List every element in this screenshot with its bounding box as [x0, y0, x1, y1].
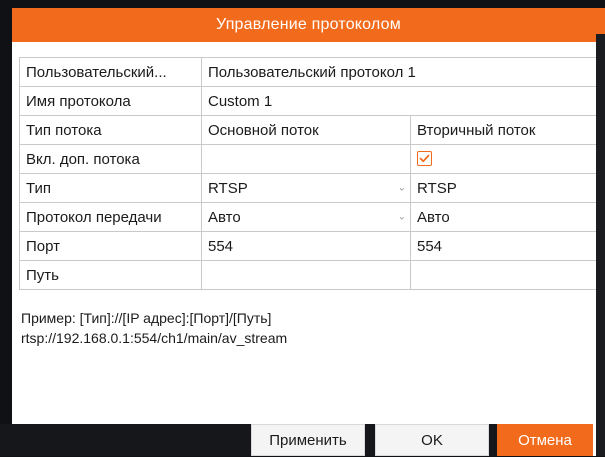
stream-type-label: Тип потока	[19, 115, 202, 145]
table-row: Тип RTSP ⌄ RTSP	[19, 173, 604, 203]
main-transport-select[interactable]: Авто ⌄	[201, 202, 411, 232]
custom-protocol-label: Пользовательский...	[19, 57, 202, 87]
table-row: Порт 554 554	[19, 231, 604, 261]
example-text: Пример: [Тип]://[IP адрес]:[Порт]/[Путь]…	[21, 308, 287, 348]
example-format: Пример: [Тип]://[IP адрес]:[Порт]/[Путь]	[21, 310, 272, 326]
cancel-button[interactable]: Отмена	[497, 424, 593, 456]
chevron-down-icon: ⌄	[397, 182, 406, 194]
table-row: Пользовательский... Пользовательский про…	[19, 57, 604, 87]
enable-substream-checkbox[interactable]	[417, 151, 432, 167]
protocol-settings-table: Пользовательский... Пользовательский про…	[19, 57, 604, 290]
sub-type-value: RTSP	[417, 179, 457, 197]
main-port-field[interactable]: 554	[201, 231, 411, 261]
main-transport-value: Авто	[208, 208, 241, 226]
window-edge	[596, 34, 605, 456]
sub-port-field[interactable]: 554	[409, 231, 604, 261]
checkmark-icon	[419, 154, 430, 163]
table-row: Путь	[19, 260, 604, 290]
port-label: Порт	[19, 231, 202, 261]
type-label: Тип	[19, 173, 202, 203]
main-stream-header: Основной поток	[201, 115, 411, 145]
protocol-name-field[interactable]: Custom 1	[200, 86, 604, 116]
sub-path-field[interactable]	[409, 260, 604, 290]
sub-transport-value: Авто	[417, 208, 450, 226]
apply-button[interactable]: Применить	[251, 424, 365, 456]
screen: Управление протоколом Пользовательский..…	[0, 0, 605, 456]
protocol-name-value: Custom 1	[208, 92, 273, 110]
example-url: rtsp://192.168.0.1:554/ch1/main/av_strea…	[21, 330, 288, 346]
custom-protocol-value: Пользовательский протокол 1	[208, 63, 416, 81]
dialog-title: Управление протоколом	[12, 8, 605, 42]
sub-type-select[interactable]: RTSP	[409, 173, 604, 203]
transport-label: Протокол передачи	[19, 202, 202, 232]
table-row: Имя протокола Custom 1	[19, 86, 604, 116]
enable-substream-label: Вкл. доп. потока	[19, 144, 202, 174]
main-type-select[interactable]: RTSP ⌄	[201, 173, 411, 203]
chevron-down-icon: ⌄	[397, 211, 406, 223]
main-stream-enable-cell	[201, 144, 411, 174]
sub-transport-select[interactable]: Авто	[409, 202, 604, 232]
table-row: Протокол передачи Авто ⌄ Авто	[19, 202, 604, 232]
custom-protocol-select[interactable]: Пользовательский протокол 1	[200, 57, 604, 87]
table-row: Вкл. доп. потока	[19, 144, 604, 174]
main-type-value: RTSP	[208, 179, 248, 197]
sub-port-value: 554	[417, 237, 443, 255]
sub-stream-header: Вторичный поток	[409, 115, 604, 145]
main-port-value: 554	[208, 237, 234, 255]
ok-button[interactable]: OK	[375, 424, 489, 456]
protocol-name-label: Имя протокола	[19, 86, 202, 116]
protocol-dialog: Управление протоколом Пользовательский..…	[12, 8, 605, 456]
table-row: Тип потока Основной поток Вторичный пото…	[19, 115, 604, 145]
sub-stream-enable-cell	[409, 144, 604, 174]
path-label: Путь	[19, 260, 202, 290]
main-path-field[interactable]	[201, 260, 411, 290]
